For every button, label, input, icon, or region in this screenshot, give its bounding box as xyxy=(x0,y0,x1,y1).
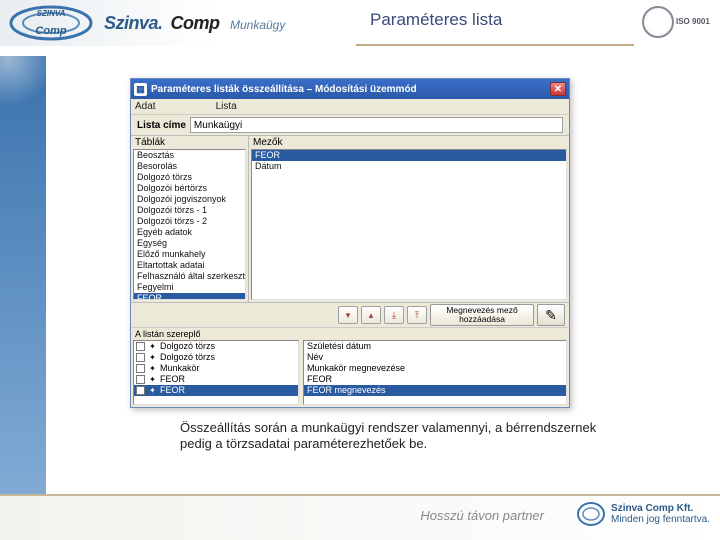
footer-caption: Szinva Comp Kft. Minden jog fenntartva. xyxy=(611,503,710,525)
grid-left-row[interactable]: ✦Munkakör xyxy=(134,363,298,374)
move-top-button[interactable]: ⤒ xyxy=(407,306,427,324)
move-down-button[interactable]: ▾ xyxy=(338,306,358,324)
grid-left: A listán szereplő ✦Dolgozó törzs✦Dolgozó… xyxy=(131,328,301,407)
lista-cime-row: Lista címe xyxy=(131,115,569,135)
row-icon: ✦ xyxy=(147,386,158,395)
grid-header-label: A listán szereplő xyxy=(131,328,301,340)
add-name-field-button[interactable]: Megnevezés mező hozzáadása xyxy=(430,304,534,326)
tablak-item[interactable]: FEOR xyxy=(134,293,245,300)
row-checkbox[interactable] xyxy=(136,364,145,373)
footer-slogan: Hosszú távon partner xyxy=(420,508,544,523)
brand-text: Szinva.Comp Munkaügy xyxy=(96,13,285,34)
tablak-item[interactable]: Dolgozó törzs xyxy=(134,172,245,183)
tablak-item[interactable]: Eltartottak adatai xyxy=(134,260,245,271)
tablak-header: Táblák xyxy=(131,136,248,149)
row-icon: ✦ xyxy=(147,364,158,373)
move-bottom-button[interactable]: ⤓ xyxy=(384,306,404,324)
left-decoration xyxy=(0,56,46,540)
row-checkbox[interactable] xyxy=(136,353,145,362)
grid-left-row[interactable]: ✦Dolgozó törzs xyxy=(134,341,298,352)
tablak-item[interactable]: Dolgozói törzs - 2 xyxy=(134,216,245,227)
page-title: Paraméteres lista xyxy=(370,10,502,30)
svg-text:Comp: Comp xyxy=(35,25,66,37)
grid-right-row[interactable]: Születési dátum xyxy=(304,341,566,352)
menubar: Adat Lista xyxy=(131,99,569,115)
divider xyxy=(356,44,634,46)
footer-logo-icon xyxy=(577,500,605,528)
footer: Hosszú távon partner Szinva Comp Kft. Mi… xyxy=(0,494,720,540)
mezok-item[interactable]: FEOR xyxy=(252,150,566,161)
tablak-item[interactable]: Felhasználó által szerkeszthető tartalom xyxy=(134,271,245,282)
tablak-item[interactable]: Besorolás xyxy=(134,161,245,172)
row-checkbox[interactable] xyxy=(136,342,145,351)
row-label: Dolgozó törzs xyxy=(160,352,215,363)
tablak-item[interactable]: Egyéb adatok xyxy=(134,227,245,238)
tablak-pane: Táblák BeosztásBesorolásDolgozó törzsDol… xyxy=(131,136,249,302)
grid-right-row[interactable]: FEOR xyxy=(304,374,566,385)
titlebar[interactable]: ▦ Paraméteres listák összeállítása – Mód… xyxy=(131,79,569,99)
grid-left-row[interactable]: ✦FEOR xyxy=(134,385,298,396)
tablak-listbox[interactable]: BeosztásBesorolásDolgozó törzsDolgozói b… xyxy=(133,149,246,300)
row-label: FEOR xyxy=(160,385,185,396)
grid-right-row[interactable]: FEOR megnevezés xyxy=(304,385,566,396)
tablak-item[interactable]: Beosztás xyxy=(134,150,245,161)
grid-left-list[interactable]: ✦Dolgozó törzs✦Dolgozó törzs✦Munkakör✦FE… xyxy=(133,340,299,405)
decor-button[interactable]: ✎ xyxy=(537,304,565,326)
footer-logo-block: Szinva Comp Kft. Minden jog fenntartva. xyxy=(577,500,710,528)
mezok-pane: Mezők FEORDátum xyxy=(249,136,569,302)
tablak-item[interactable]: Dolgozói törzs - 1 xyxy=(134,205,245,216)
window-icon: ▦ xyxy=(134,83,147,96)
mezok-header: Mezők xyxy=(249,136,569,149)
company-logo: SZINVA Comp xyxy=(6,3,96,43)
row-label: Munkakör xyxy=(160,363,200,374)
cert-badge: ISO 9001 xyxy=(642,3,712,41)
tablak-item[interactable]: Egység xyxy=(134,238,245,249)
tablak-item[interactable]: Dolgozói jogviszonyok xyxy=(134,194,245,205)
tablak-item[interactable]: Fegyelmi xyxy=(134,282,245,293)
close-button[interactable]: ✕ xyxy=(550,82,566,96)
row-checkbox[interactable] xyxy=(136,375,145,384)
row-icon: ✦ xyxy=(147,342,158,351)
mezok-listbox[interactable]: FEORDátum xyxy=(251,149,567,300)
menu-lista[interactable]: Lista xyxy=(216,101,237,112)
row-checkbox[interactable] xyxy=(136,386,145,395)
menu-adat[interactable]: Adat xyxy=(135,101,156,112)
move-up-button[interactable]: ▴ xyxy=(361,306,381,324)
grid-right-row[interactable]: Név xyxy=(304,352,566,363)
header-banner: SZINVA Comp Szinva.Comp Munkaügy Paramét… xyxy=(0,0,720,46)
grid-left-row[interactable]: ✦FEOR xyxy=(134,374,298,385)
window-title: Paraméteres listák összeállítása – Módos… xyxy=(151,84,550,95)
row-label: FEOR xyxy=(160,374,185,385)
mezok-item[interactable]: Dátum xyxy=(252,161,566,172)
svg-text:SZINVA: SZINVA xyxy=(37,9,66,18)
lista-cime-label: Lista címe xyxy=(137,120,186,131)
grid-right: Születési dátumNévMunkakör megnevezéseFE… xyxy=(301,328,569,407)
row-icon: ✦ xyxy=(147,375,158,384)
grid-right-list[interactable]: Születési dátumNévMunkakör megnevezéseFE… xyxy=(303,340,567,405)
grid-area: A listán szereplő ✦Dolgozó törzs✦Dolgozó… xyxy=(131,327,569,407)
slide-caption: Összeállítás során a munkaügyi rendszer … xyxy=(180,420,600,453)
row-icon: ✦ xyxy=(147,353,158,362)
tablak-item[interactable]: Dolgozói bértörzs xyxy=(134,183,245,194)
mid-toolbar: ▾ ▴ ⤓ ⤒ Megnevezés mező hozzáadása ✎ xyxy=(131,303,569,327)
app-window: ▦ Paraméteres listák összeállítása – Mód… xyxy=(130,78,570,408)
grid-left-row[interactable]: ✦Dolgozó törzs xyxy=(134,352,298,363)
panes: Táblák BeosztásBesorolásDolgozó törzsDol… xyxy=(131,135,569,303)
grid-right-row[interactable]: Munkakör megnevezése xyxy=(304,363,566,374)
lista-cime-input[interactable] xyxy=(190,117,563,133)
tablak-item[interactable]: Előző munkahely xyxy=(134,249,245,260)
row-label: Dolgozó törzs xyxy=(160,341,215,352)
